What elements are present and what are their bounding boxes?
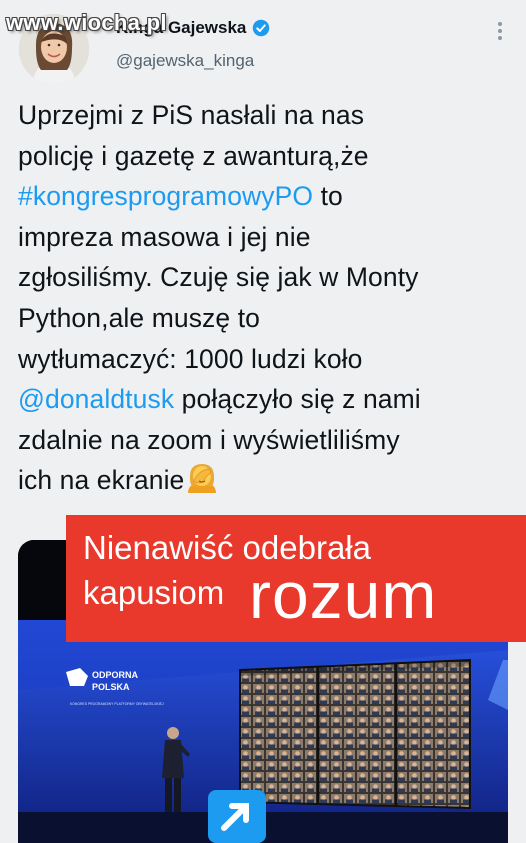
caption-banner: Nienawiść odebrała kapusiom rozum — [66, 515, 526, 642]
tweet-line-text: ich na ekranie — [18, 465, 185, 496]
tweet-line: zgłosiliśmy. Czuję się jak w Monty — [18, 262, 419, 293]
tweet-text: Uprzejmi z PiS nasłali na nas policję i … — [18, 95, 518, 501]
tweet-line: impreza masowa i jej nie — [18, 221, 311, 252]
banner-big-word: rozum — [249, 558, 438, 632]
tweet-line: #kongresprogramowyPO to — [18, 176, 518, 217]
tweet-line: Python,ale muszę to — [18, 302, 261, 333]
logo-line2: POLSKA — [92, 682, 130, 692]
mention-link[interactable]: @donaldtusk — [18, 384, 174, 414]
author-handle[interactable]: @gajewska_kinga — [116, 51, 254, 71]
banner-line2: kapusiom — [83, 574, 225, 611]
video-wall — [239, 658, 471, 810]
tweet-line-rest: to — [313, 181, 343, 212]
tweet-line: policję i gazetę z awanturą,że — [18, 140, 369, 171]
verified-badge-icon — [253, 19, 270, 37]
tweet-line: ich na ekranie — [18, 460, 518, 501]
tweet-line: @donaldtusk połączyło się z nami — [18, 379, 518, 420]
watermark: www.wiocha.pl — [6, 10, 167, 35]
tweet-line: zdalnie na zoom i wyświetliliśmy — [18, 424, 400, 455]
tweet-line: Uprzejmi z PiS nasłali na nas — [18, 100, 365, 130]
hashtag-link[interactable]: #kongresprogramowyPO — [18, 181, 313, 211]
logo-line1: ODPORNA — [92, 670, 139, 680]
more-options-icon[interactable] — [498, 22, 502, 40]
logo-sub: KONGRES PROGRAMOWY PLATFORMY OBYWATELSKI… — [70, 702, 164, 706]
tweet-line-rest: połączyło się z nami — [174, 384, 421, 415]
tweet-line: wytłumaczyć: 1000 ludzi koło — [18, 343, 363, 374]
face-palm-emoji-icon — [188, 464, 217, 494]
